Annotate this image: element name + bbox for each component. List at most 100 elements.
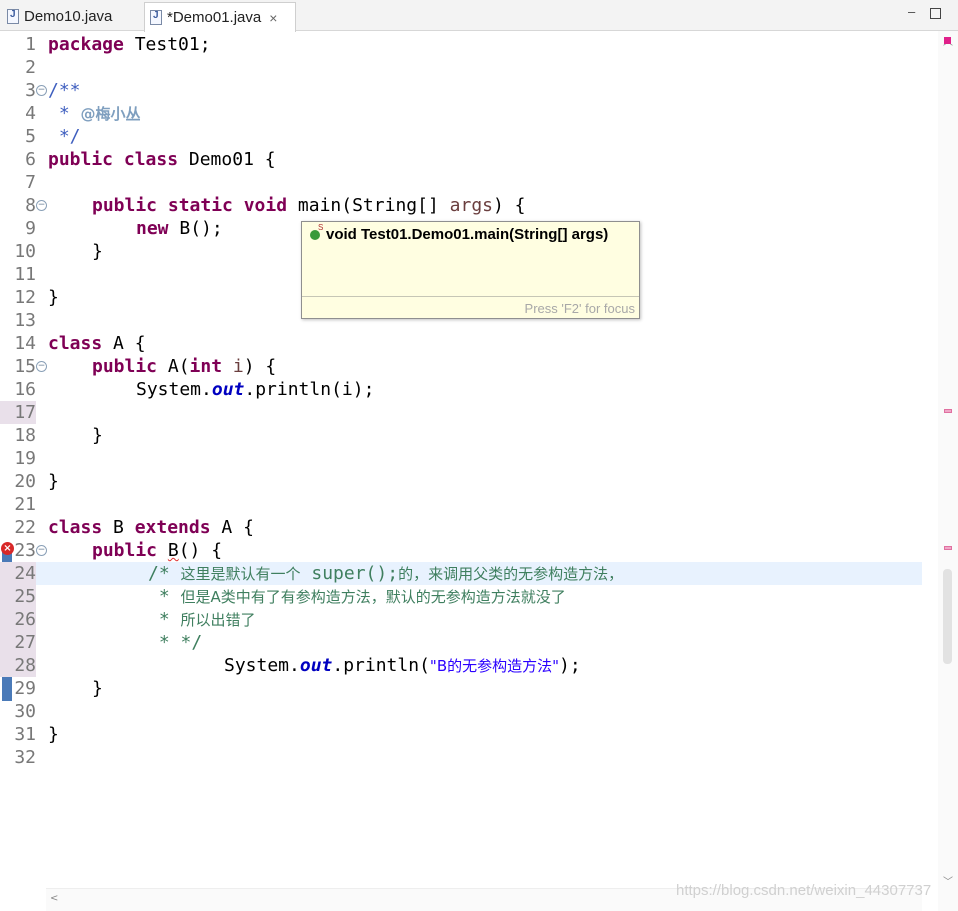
close-tab-icon[interactable]: × <box>269 10 277 26</box>
code-editor[interactable]: × 1 package Test01; 2 3 − /** 4 * @梅小丛 5… <box>0 31 958 911</box>
code-line: 23 − public B() { <box>0 539 922 562</box>
code-text: } <box>48 724 59 745</box>
line-number: 8 <box>25 195 36 216</box>
code-line: 31 } <box>0 723 922 746</box>
tab-label: Demo10.java <box>24 7 113 25</box>
maximize-icon[interactable] <box>930 8 941 19</box>
line-number: 23 <box>14 540 36 561</box>
code-text: */ <box>48 126 81 147</box>
java-file-icon <box>150 10 162 25</box>
error-marker: B <box>167 540 179 561</box>
code-line: 7 <box>0 171 922 194</box>
line-number: 21 <box>14 494 36 515</box>
code-line: 6 public class Demo01 { <box>0 148 922 171</box>
code-text: class A { <box>48 333 146 354</box>
tab-label: *Demo01.java <box>167 9 262 26</box>
code-text: class B extends A { <box>48 517 254 538</box>
line-number: 1 <box>25 34 36 55</box>
fold-toggle-icon[interactable]: − <box>36 200 47 211</box>
code-line: 2 <box>0 56 922 79</box>
code-line: 30 <box>0 700 922 723</box>
code-line: 14 class A { <box>0 332 922 355</box>
code-line: 15 − public A(int i) { <box>0 355 922 378</box>
tab-demo01[interactable]: *Demo01.java × <box>144 2 296 32</box>
code-text: System.out.println(i); <box>136 379 375 400</box>
code-line: 8 − public static void main(String[] arg… <box>0 194 922 217</box>
code-text: public static void main(String[] args) { <box>92 195 526 216</box>
code-text: } <box>92 425 103 446</box>
public-static-method-icon <box>310 223 323 240</box>
code-text: } <box>92 241 103 262</box>
code-line: 28 System.out.println("B的无参构造方法"); <box>0 654 922 677</box>
code-text: } <box>48 471 59 492</box>
code-text: System.out.println("B的无参构造方法"); <box>224 655 581 676</box>
code-text: * @梅小丛 <box>48 103 141 124</box>
code-line: 20 } <box>0 470 922 493</box>
editor-tab-bar: Demo10.java *Demo01.java × – <box>0 0 958 32</box>
code-line: 5 */ <box>0 125 922 148</box>
vertical-scrollbar[interactable]: ︿ ﹀ <box>938 31 958 911</box>
code-text: * 所以出错了 <box>148 609 256 630</box>
scroll-thumb[interactable] <box>943 569 952 664</box>
line-number: 29 <box>14 678 36 699</box>
line-number: 28 <box>0 654 36 677</box>
line-number: 7 <box>25 172 36 193</box>
minimize-icon[interactable]: – <box>908 6 920 18</box>
code-line: 21 <box>0 493 922 516</box>
code-line: 29 } <box>0 677 922 700</box>
line-number: 18 <box>14 425 36 446</box>
line-number: 2 <box>25 57 36 78</box>
code-text: public B() { <box>92 540 223 561</box>
scroll-down-icon[interactable]: ﹀ <box>943 873 953 888</box>
code-text: /* 这里是默认有一个 super();的，来调用父类的无参构造方法， <box>148 563 624 584</box>
line-number: 30 <box>14 701 36 722</box>
line-number: 32 <box>14 747 36 768</box>
java-file-icon <box>7 8 19 24</box>
line-number: 5 <box>25 126 36 147</box>
tooltip-footer: Press 'F2' for focus <box>524 301 635 316</box>
line-number: 25 <box>0 585 36 608</box>
line-number: 31 <box>14 724 36 745</box>
code-text: } <box>92 678 103 699</box>
line-number: 26 <box>0 608 36 631</box>
javadoc-hover-tooltip[interactable]: void Test01.Demo01.main(String[] args) P… <box>301 221 640 319</box>
tab-demo10[interactable]: Demo10.java <box>2 2 142 30</box>
line-number: 24 <box>0 562 36 585</box>
line-number: 13 <box>14 310 36 331</box>
code-line: 17 <box>0 401 922 424</box>
fold-toggle-icon[interactable]: − <box>36 85 47 96</box>
line-number: 19 <box>14 448 36 469</box>
watermark: https://blog.csdn.net/weixin_44307737 <box>676 882 932 899</box>
line-number: 4 <box>25 103 36 124</box>
line-number: 20 <box>14 471 36 492</box>
line-number: 11 <box>14 264 36 285</box>
code-line: 22 class B extends A { <box>0 516 922 539</box>
overview-marker[interactable] <box>944 546 952 550</box>
code-text: new B(); <box>136 218 223 239</box>
overview-marker[interactable] <box>944 409 952 413</box>
line-number: 6 <box>25 149 36 170</box>
code-text: /** <box>48 80 81 101</box>
code-text: * 但是A类中有了有参构造方法，默认的无参构造方法就没了 <box>148 586 566 607</box>
code-line: 18 } <box>0 424 922 447</box>
code-line: 27 * */ <box>0 631 922 654</box>
error-overview-marker[interactable] <box>944 37 951 44</box>
code-line: 4 * @梅小丛 <box>0 102 922 125</box>
line-number: 17 <box>0 401 36 424</box>
code-line: 1 package Test01; <box>0 33 922 56</box>
line-number: 16 <box>14 379 36 400</box>
fold-toggle-icon[interactable]: − <box>36 545 47 556</box>
code-line: 19 <box>0 447 922 470</box>
code-line: 32 <box>0 746 922 769</box>
fold-toggle-icon[interactable]: − <box>36 361 47 372</box>
line-number: 14 <box>14 333 36 354</box>
line-number: 15 <box>14 356 36 377</box>
scroll-left-icon[interactable]: < <box>50 893 58 904</box>
line-number: 22 <box>14 517 36 538</box>
code-text: public class Demo01 { <box>48 149 276 170</box>
tooltip-signature: void Test01.Demo01.main(String[] args) <box>326 226 609 243</box>
line-number: 10 <box>14 241 36 262</box>
code-text: * */ <box>148 632 203 653</box>
code-line-active: 24 /* 这里是默认有一个 super();的，来调用父类的无参构造方法， <box>0 562 922 585</box>
code-text: } <box>48 287 59 308</box>
